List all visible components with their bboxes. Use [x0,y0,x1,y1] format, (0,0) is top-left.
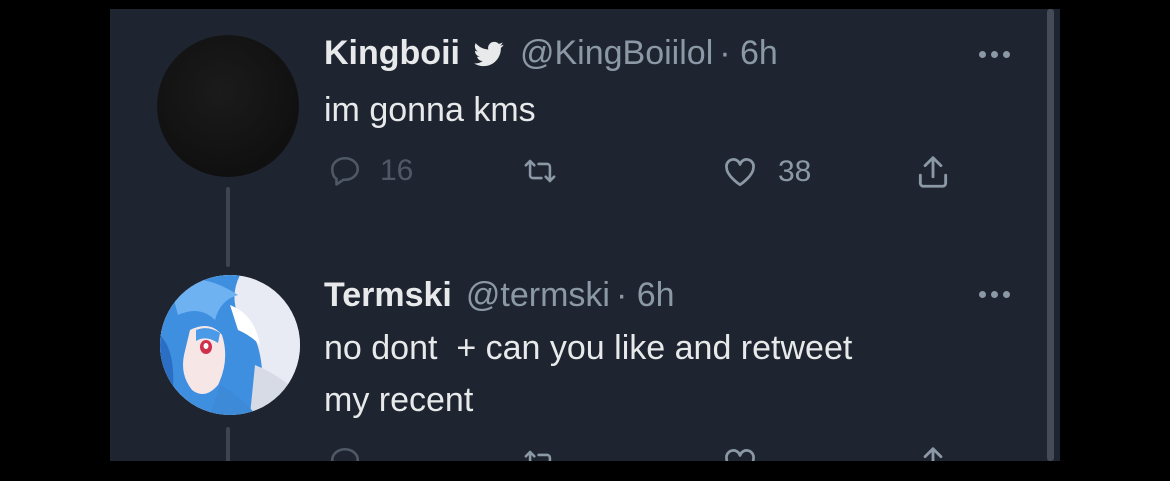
tweet-header: Termski @termski · 6h [324,275,675,315]
user-handle[interactable]: @termski [466,275,610,315]
like-count: 38 [778,155,812,188]
tweet-text: im gonna kms [324,91,536,129]
share-icon [914,152,952,192]
thread-connector-line [226,427,230,461]
reply-count: 16 [380,154,414,187]
reply-button[interactable]: 16 [328,154,413,188]
retweet-button[interactable] [520,445,560,461]
like-button[interactable]: 38 [720,154,811,190]
scrollbar[interactable] [1047,9,1054,461]
heart-icon [720,445,760,461]
tweet-header: Kingboii @KingBoiilol · 6h [324,33,778,73]
user-handle[interactable]: @KingBoiilol [520,33,713,73]
twitter-bird-icon [472,38,506,68]
avatar[interactable] [157,35,299,177]
tweet-timestamp[interactable]: · 6h [719,33,778,73]
thread-connector-line [226,187,230,267]
more-dots-icon[interactable] [979,291,1010,298]
display-name[interactable]: Kingboii [324,33,460,73]
retweet-icon [520,445,560,461]
share-button[interactable] [914,152,952,192]
tweet-timestamp[interactable]: · 6h [616,275,675,315]
share-icon [914,443,952,461]
reply-button[interactable] [328,445,362,461]
share-button[interactable] [914,443,952,461]
more-dots-icon[interactable] [979,51,1010,58]
display-name[interactable]: Termski [324,275,452,315]
like-button[interactable] [720,445,760,461]
reply-icon [328,445,362,461]
tweet-thread-panel: Kingboii @KingBoiilol · 6h im gonna kms … [110,9,1060,461]
avatar[interactable] [160,275,300,415]
reply-icon [328,154,362,188]
retweet-icon [520,154,560,188]
retweet-button[interactable] [520,154,560,188]
tweet-text: no dont + can you like and retweet my re… [324,329,853,419]
heart-icon [720,154,760,190]
